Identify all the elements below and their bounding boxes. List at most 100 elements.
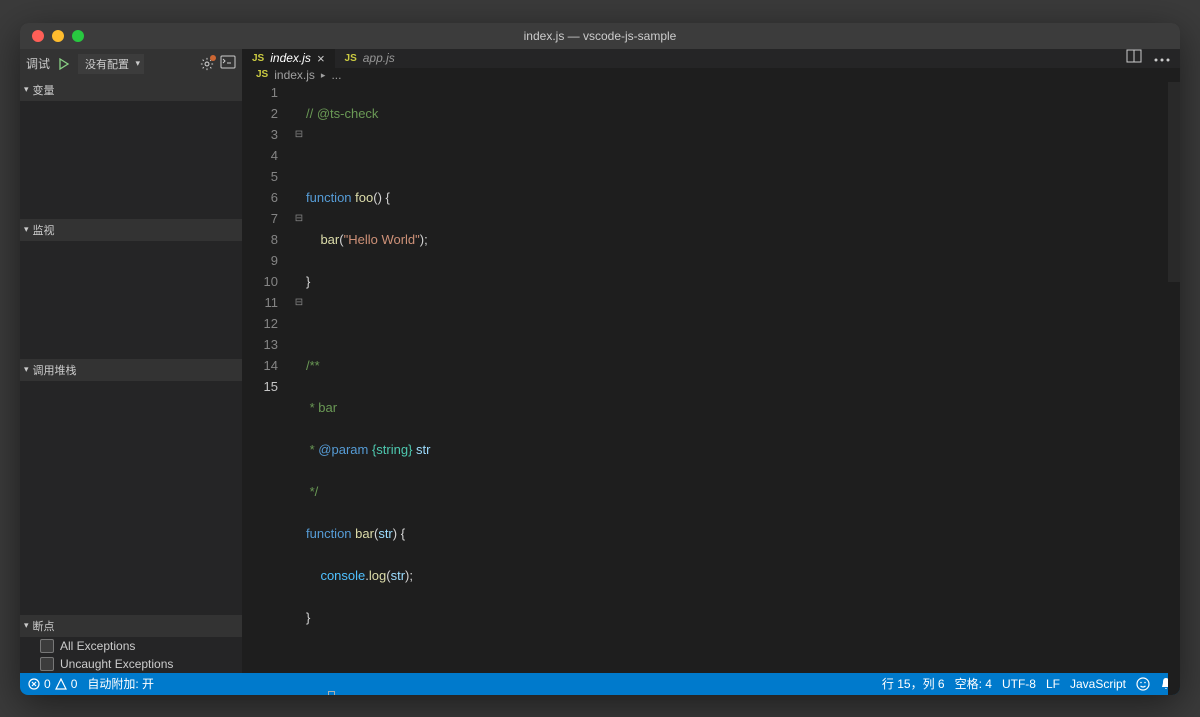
panel-header-breakpoints[interactable]: 断点 — [20, 615, 242, 637]
debug-label: 调试 — [26, 55, 50, 72]
line-number[interactable]: 12 — [242, 313, 278, 334]
code-token: str — [412, 442, 430, 457]
more-actions-button[interactable] — [1154, 49, 1170, 67]
chevron-down-icon — [24, 224, 29, 236]
breadcrumb[interactable]: JS index.js ... — [242, 68, 1180, 82]
status-problems[interactable]: 0 0 — [28, 677, 77, 691]
panel-title-breakpoints: 断点 — [33, 618, 55, 634]
line-number[interactable]: 5 — [242, 166, 278, 187]
editor-actions — [1116, 49, 1180, 68]
fold-icon[interactable]: ⊟ — [292, 292, 306, 313]
code-token: */ — [306, 484, 318, 499]
line-number[interactable]: 1 — [242, 82, 278, 103]
code-token: /** — [306, 358, 320, 373]
minimap[interactable] — [1168, 82, 1180, 695]
chevron-down-icon — [24, 84, 29, 96]
tab-bar: JS index.js × JS app.js — [242, 49, 1180, 68]
breadcrumb-file[interactable]: index.js — [274, 68, 315, 82]
error-count: 0 — [44, 677, 51, 691]
titlebar[interactable]: index.js — vscode-js-sample — [20, 23, 1180, 49]
code-line — [306, 145, 1180, 166]
panel-variables — [20, 101, 242, 219]
line-number[interactable]: 14 — [242, 355, 278, 376]
code-token: * bar — [306, 400, 337, 415]
code-token: } — [306, 274, 310, 289]
minimize-window-icon[interactable] — [52, 30, 64, 42]
code-token: @param — [318, 442, 368, 457]
line-number[interactable]: 15 — [242, 376, 278, 397]
panel-title-callstack: 调用堆栈 — [33, 362, 77, 378]
debug-console-button[interactable] — [220, 55, 236, 72]
status-auto-attach[interactable]: 自动附加: 开 — [87, 675, 154, 692]
debug-settings-button[interactable] — [200, 57, 214, 71]
line-number-gutter[interactable]: 1 2 3 4 5 6 7 8 9 10 11 12 13 14 15 — [242, 82, 292, 695]
tab-app-js[interactable]: JS app.js — [335, 49, 405, 68]
code-token: } — [306, 610, 310, 625]
line-number[interactable]: 3 — [242, 124, 278, 145]
breakpoint-all-exceptions[interactable]: All Exceptions — [20, 637, 242, 655]
editor-group: JS index.js × JS app.js JS index.js — [242, 49, 1180, 673]
status-label: 自动附加: 开 — [87, 675, 154, 692]
chevron-right-icon — [321, 68, 326, 82]
split-editor-button[interactable] — [1126, 49, 1142, 68]
start-debug-button[interactable] — [56, 56, 72, 72]
console-icon — [220, 55, 236, 69]
code-content[interactable]: // @ts-check function foo() { bar("Hello… — [306, 82, 1180, 695]
js-file-icon: JS — [345, 53, 357, 64]
code-token: () { — [373, 190, 390, 205]
code-token: ); — [420, 232, 428, 247]
ellipsis-icon — [1154, 58, 1170, 62]
checkbox-icon[interactable] — [40, 639, 54, 653]
line-number[interactable]: 2 — [242, 103, 278, 124]
chevron-down-icon — [24, 364, 29, 376]
code-token: function — [306, 190, 352, 205]
line-number[interactable]: 4 — [242, 145, 278, 166]
code-token: "Hello World" — [344, 232, 420, 247]
close-window-icon[interactable] — [32, 30, 44, 42]
maximize-window-icon[interactable] — [72, 30, 84, 42]
panel-header-variables[interactable]: 变量 — [20, 79, 242, 101]
code-line — [306, 649, 1180, 670]
bp-label: Uncaught Exceptions — [60, 657, 173, 671]
bp-label: All Exceptions — [60, 639, 135, 653]
debug-config-label: 没有配置 — [85, 56, 129, 72]
breadcrumb-rest[interactable]: ... — [331, 68, 341, 82]
minimap-thumb[interactable] — [1168, 82, 1180, 282]
panel-title-watch: 监视 — [33, 222, 55, 238]
tab-label: index.js — [270, 51, 311, 65]
line-number[interactable]: 6 — [242, 187, 278, 208]
code-token: ) { — [393, 526, 405, 541]
panel-header-watch[interactable]: 监视 — [20, 219, 242, 241]
panel-header-callstack[interactable]: 调用堆栈 — [20, 359, 242, 381]
window-controls — [20, 30, 84, 42]
panel-watch — [20, 241, 242, 359]
line-number[interactable]: 9 — [242, 250, 278, 271]
code-token: str — [378, 526, 392, 541]
close-tab-icon[interactable]: × — [317, 51, 325, 66]
cursor-icon: ) — [328, 691, 334, 695]
debug-config-select[interactable]: 没有配置 — [78, 54, 144, 74]
line-number[interactable]: 11 — [242, 292, 278, 313]
error-icon — [28, 678, 40, 690]
code-token: * — [306, 442, 318, 457]
app-window: index.js — vscode-js-sample 调试 没有配置 变量 — [20, 23, 1180, 695]
js-file-icon: JS — [252, 53, 264, 64]
fold-icon[interactable]: ⊟ — [292, 124, 306, 145]
settings-badge-icon — [210, 55, 216, 61]
line-number[interactable]: 8 — [242, 229, 278, 250]
fold-icon[interactable]: ⊟ — [292, 208, 306, 229]
tab-index-js[interactable]: JS index.js × — [242, 49, 335, 68]
tab-label: app.js — [363, 51, 395, 65]
code-token: function — [306, 526, 352, 541]
warning-count: 0 — [71, 677, 78, 691]
code-token: {string} — [368, 442, 412, 457]
checkbox-icon[interactable] — [40, 657, 54, 671]
js-file-icon: JS — [256, 69, 268, 80]
breakpoint-uncaught-exceptions[interactable]: Uncaught Exceptions — [20, 655, 242, 673]
line-number[interactable]: 10 — [242, 271, 278, 292]
fold-gutter[interactable]: ⊟ ⊟ ⊟ — [292, 82, 306, 695]
code-token: // @ts-check — [306, 106, 378, 121]
line-number[interactable]: 7 — [242, 208, 278, 229]
line-number[interactable]: 13 — [242, 334, 278, 355]
code-editor[interactable]: 1 2 3 4 5 6 7 8 9 10 11 12 13 14 15 — [242, 82, 1180, 695]
